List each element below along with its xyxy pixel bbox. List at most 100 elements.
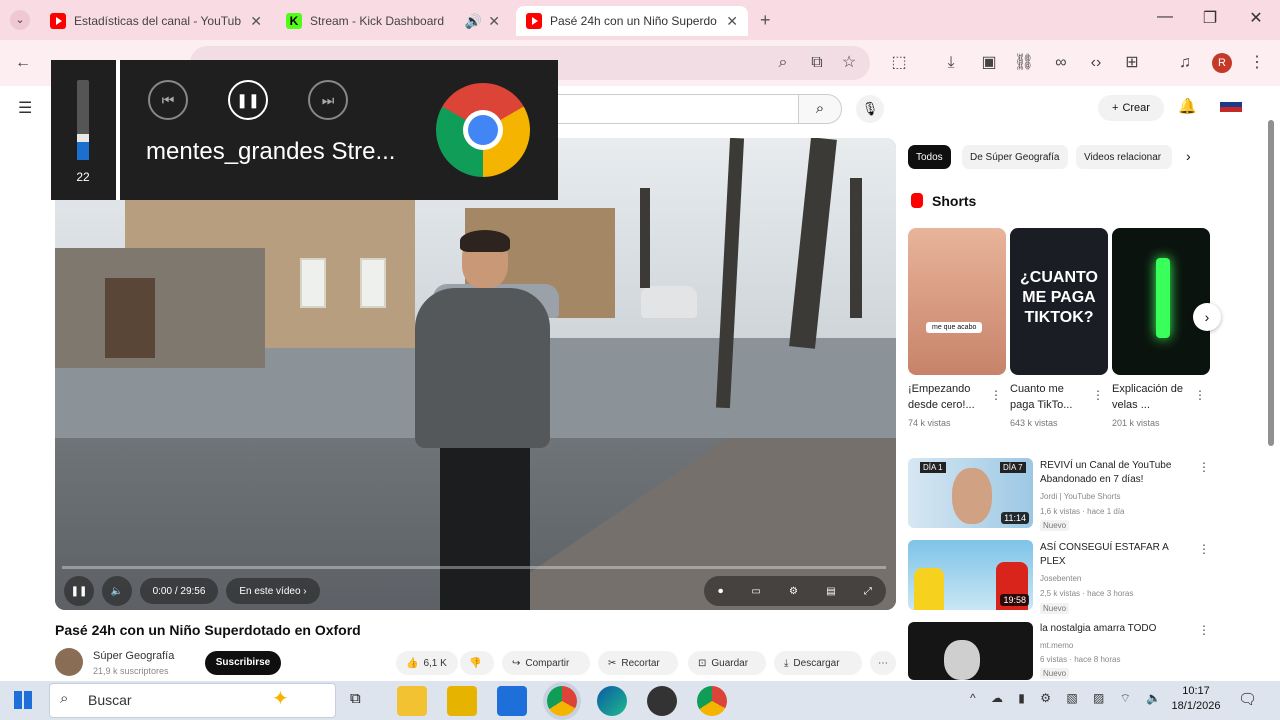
volume-button[interactable]: 🔈 [102, 576, 132, 606]
mail-icon[interactable] [497, 686, 527, 716]
new-tab-button[interactable]: + [760, 10, 771, 31]
profile-avatar[interactable]: R [1212, 53, 1232, 73]
related-thumbnail[interactable]: 19:58 [908, 540, 1033, 610]
close-tab-icon[interactable]: ✕ [250, 13, 262, 30]
browser-tab-kick[interactable]: K Stream - Kick Dashboard 🔊 ✕ [276, 6, 510, 36]
related-title[interactable]: REVIVÍ un Canal de YouTube Abandonado en… [1040, 459, 1190, 487]
share-button[interactable]: ↪ Compartir [502, 651, 590, 675]
next-track-button[interactable]: ⏭ [308, 80, 348, 120]
like-button[interactable]: 👍 6,1 K [396, 651, 458, 675]
more-vert-icon[interactable]: ⋮ [1198, 542, 1210, 556]
shorts-next-button[interactable]: › [1193, 303, 1221, 331]
subscribe-button[interactable]: Suscribirse [205, 651, 281, 675]
short-thumbnail[interactable] [1112, 228, 1210, 375]
thumb-person [914, 568, 944, 610]
file-explorer-icon[interactable] [397, 686, 427, 716]
windows-start-icon[interactable] [14, 691, 32, 709]
page-scrollbar[interactable] [1268, 120, 1274, 446]
download-button[interactable]: ⤓ Descargar [774, 651, 862, 675]
chip-from-channel[interactable]: De Súper Geografía [962, 145, 1068, 169]
notifications-bell-icon[interactable]: 🔔 [1178, 97, 1197, 115]
glasses-icon[interactable]: ∞ [1050, 52, 1072, 74]
related-thumbnail[interactable] [908, 622, 1033, 680]
speaker-icon[interactable]: 🔊 [465, 13, 482, 30]
tab-search-chevron-icon[interactable]: ⌄ [10, 10, 30, 30]
more-vert-icon[interactable]: ⋮ [1194, 388, 1206, 402]
system-tray-icons[interactable]: ^ ☁ ▮ ⚙ ▧ ▨ ⌔ 🔈 [970, 691, 1167, 706]
related-channel[interactable]: Jordi | YouTube Shorts [1040, 492, 1121, 501]
taskbar-clock[interactable]: 10:17 18/1/2026 [1170, 684, 1222, 714]
voice-search-button[interactable]: 🎙 [856, 95, 884, 123]
media-control-icon[interactable]: ♫ [1174, 52, 1196, 74]
short-title[interactable]: ¡Empezando desde cero!... [908, 381, 988, 413]
short-thumbnail[interactable]: me que acabo [908, 228, 1006, 375]
fullscreen-icon[interactable]: ⤢ [864, 586, 872, 597]
more-vert-icon[interactable]: ⋮ [1198, 460, 1210, 474]
channel-avatar[interactable] [55, 648, 83, 676]
chip-all[interactable]: Todos [908, 145, 951, 169]
create-button[interactable]: + Crear [1098, 95, 1164, 121]
link-icon[interactable]: ⛓ [1013, 52, 1035, 74]
chevron-right-icon[interactable]: › [1186, 148, 1191, 164]
more-vert-icon[interactable]: ⋮ [1198, 623, 1210, 637]
related-thumbnail[interactable]: DÍA 1 DÍA 7 11:14 [908, 458, 1033, 528]
calculator-icon[interactable] [447, 686, 477, 716]
cast-icon[interactable]: ⧉ [806, 52, 828, 74]
more-vert-icon[interactable]: ⋮ [1092, 388, 1104, 402]
clock-time: 10:17 [1182, 685, 1210, 697]
short-thumbnail[interactable]: ¿CUANTO ME PAGA TIKTOK? [1010, 228, 1108, 375]
extensions-icon[interactable]: ⬚ [888, 52, 910, 74]
apps-grid-icon[interactable]: ⊞ [1121, 52, 1143, 74]
browser-tab-analytics[interactable]: Estadísticas del canal - YouTub ✕ [40, 6, 272, 36]
code-icon[interactable]: ‹› [1085, 52, 1107, 74]
zoom-icon[interactable]: ⌕ [772, 52, 794, 74]
close-tab-icon[interactable]: ✕ [488, 13, 500, 30]
download-icon[interactable]: ⤓ [940, 52, 962, 74]
task-view-icon[interactable]: ⧉ [350, 690, 361, 707]
related-channel[interactable]: Josebenten [1040, 574, 1081, 583]
chip-related[interactable]: Videos relacionar [1076, 145, 1172, 169]
subtitles-icon[interactable]: ▭ [751, 586, 760, 597]
taskbar-search-placeholder: Buscar [88, 692, 132, 708]
related-title[interactable]: la nostalgia amarra TODO [1040, 622, 1190, 636]
related-channel[interactable]: mt.memo [1040, 641, 1073, 650]
pause-button[interactable]: ❚❚ [64, 576, 94, 606]
short-title[interactable]: Explicación de velas ... [1112, 381, 1192, 413]
bookmark-star-icon[interactable]: ☆ [838, 52, 860, 74]
channel-name[interactable]: Súper Geografía [93, 650, 174, 662]
autoplay-toggle-icon[interactable]: ⏺ [718, 586, 723, 597]
reading-mode-icon[interactable]: ▣ [978, 52, 1000, 74]
chrome-taskbar-icon[interactable] [547, 686, 577, 716]
search-input[interactable] [540, 94, 798, 124]
close-window-icon[interactable]: ✕ [1236, 8, 1276, 28]
chapter-button[interactable]: En este vídeo › [226, 578, 320, 604]
chrome-profile-icon[interactable] [697, 686, 727, 716]
restore-icon[interactable]: ❐ [1190, 8, 1230, 28]
edge-icon[interactable] [597, 686, 627, 716]
previous-track-button[interactable]: ⏮ [148, 80, 188, 120]
video-frame-tree [850, 178, 862, 318]
obs-icon[interactable] [647, 686, 677, 716]
dislike-button[interactable]: 👎 [460, 651, 494, 675]
chevron-right-icon: › [1204, 309, 1210, 325]
account-avatar[interactable] [1220, 102, 1242, 112]
save-button[interactable]: ⊡ Guardar [688, 651, 766, 675]
notifications-icon[interactable]: 🗨 [1238, 690, 1257, 708]
browser-tab-video[interactable]: Pasé 24h con un Niño Superdo ✕ [516, 6, 748, 36]
theater-mode-icon[interactable]: ▤ [826, 586, 835, 597]
search-button[interactable]: ⌕ [798, 94, 842, 124]
clip-button[interactable]: ✂ Recortar [598, 651, 678, 675]
menu-icon[interactable]: ☰ [18, 98, 32, 118]
minimize-icon[interactable]: — [1145, 8, 1185, 26]
video-player[interactable] [55, 138, 896, 610]
media-pause-button[interactable]: ❚❚ [228, 80, 268, 120]
back-icon[interactable]: ← [12, 52, 34, 74]
browser-menu-icon[interactable]: ⋮ [1246, 52, 1268, 74]
settings-gear-icon[interactable]: ⚙ [789, 586, 798, 597]
short-title[interactable]: Cuanto me paga TikTo... [1010, 381, 1090, 413]
more-actions-button[interactable]: ⋯ [870, 651, 896, 675]
close-tab-icon[interactable]: ✕ [726, 13, 738, 30]
video-progress-bar[interactable] [62, 566, 886, 569]
related-title[interactable]: ASÍ CONSEGUÍ ESTAFAR A PLEX [1040, 541, 1190, 569]
more-vert-icon[interactable]: ⋮ [990, 388, 1002, 402]
